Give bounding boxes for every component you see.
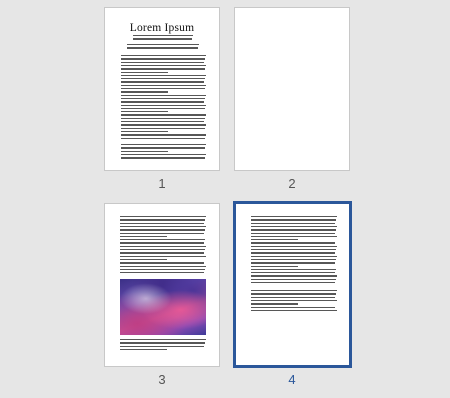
text-line [121,124,206,126]
page-thumbnail-3[interactable] [104,203,220,367]
text-line [120,252,204,254]
text-line [251,239,299,241]
text-line [120,348,168,351]
text-line [120,232,204,234]
text-line [251,306,335,308]
text-line [121,55,206,57]
text-line [121,84,206,87]
text-line [251,222,335,224]
text-line [120,242,204,244]
text-line [121,127,205,129]
text-line [120,339,206,341]
text-line [120,272,204,274]
page-thumbnail-1[interactable]: Lorem Ipsum [104,7,220,171]
text-line [121,137,205,139]
text-line [120,345,204,347]
text-line [120,225,206,228]
text-line [121,150,168,153]
text-line [133,38,192,40]
text-line [121,71,168,73]
text-line [121,107,205,110]
text-line [251,265,299,267]
text-line [121,78,205,80]
text-line [251,296,335,298]
text-line [120,239,205,241]
document-title: Lorem Ipsum [129,22,195,34]
text-line [121,130,168,133]
page-number-1: 1 [158,176,166,191]
text-line [127,47,198,49]
text-line [120,219,205,221]
text-line [251,249,336,251]
text-line [120,235,168,238]
text-line [121,147,205,149]
text-line [120,216,206,218]
text-line [251,282,335,284]
text-line [121,61,204,63]
text-line [251,309,337,312]
text-line [251,299,337,302]
text-line [121,74,206,77]
text-line [251,232,335,234]
text-line [121,104,206,106]
page-number-4: 4 [288,372,296,387]
text-line [121,58,205,60]
text-line [251,278,336,281]
text-line [121,81,204,83]
text-line [120,268,205,271]
page-number-3: 3 [158,372,166,387]
text-line [120,229,205,231]
text-line [251,216,337,218]
text-line [120,262,204,264]
text-line [251,255,337,257]
text-line [251,262,335,264]
text-line [121,157,205,159]
text-line [251,245,337,248]
text-line [127,44,199,46]
text-line [121,68,205,70]
page-3-image [120,279,206,335]
page-thumbnail-4[interactable] [233,201,352,368]
text-line [121,111,168,113]
text-line [251,229,336,231]
text-line [251,272,335,274]
text-line [251,252,335,254]
text-line [121,117,205,120]
text-line [120,255,206,257]
text-line [120,222,204,224]
text-line [121,101,204,103]
text-line [121,121,204,123]
text-line [120,249,205,251]
text-line [121,88,205,90]
text-line [133,35,193,37]
text-line [121,97,205,100]
text-line [120,245,206,248]
text-line [121,94,206,96]
text-line [251,235,337,238]
text-line [121,91,168,93]
text-line [121,114,206,116]
text-line [251,258,336,261]
text-line [251,219,336,221]
text-line [120,265,206,267]
text-line [121,134,206,136]
text-line [121,154,206,156]
text-line [251,268,336,271]
text-line [121,144,206,146]
text-line [251,242,335,244]
text-line [251,293,336,295]
text-line [251,303,299,305]
text-line [251,275,337,277]
text-line [120,342,205,344]
text-line [251,225,337,228]
page-thumbnail-2[interactable] [234,7,350,171]
text-line [121,64,206,67]
page-number-2: 2 [288,176,296,191]
text-line [251,290,337,292]
text-line [120,258,168,261]
